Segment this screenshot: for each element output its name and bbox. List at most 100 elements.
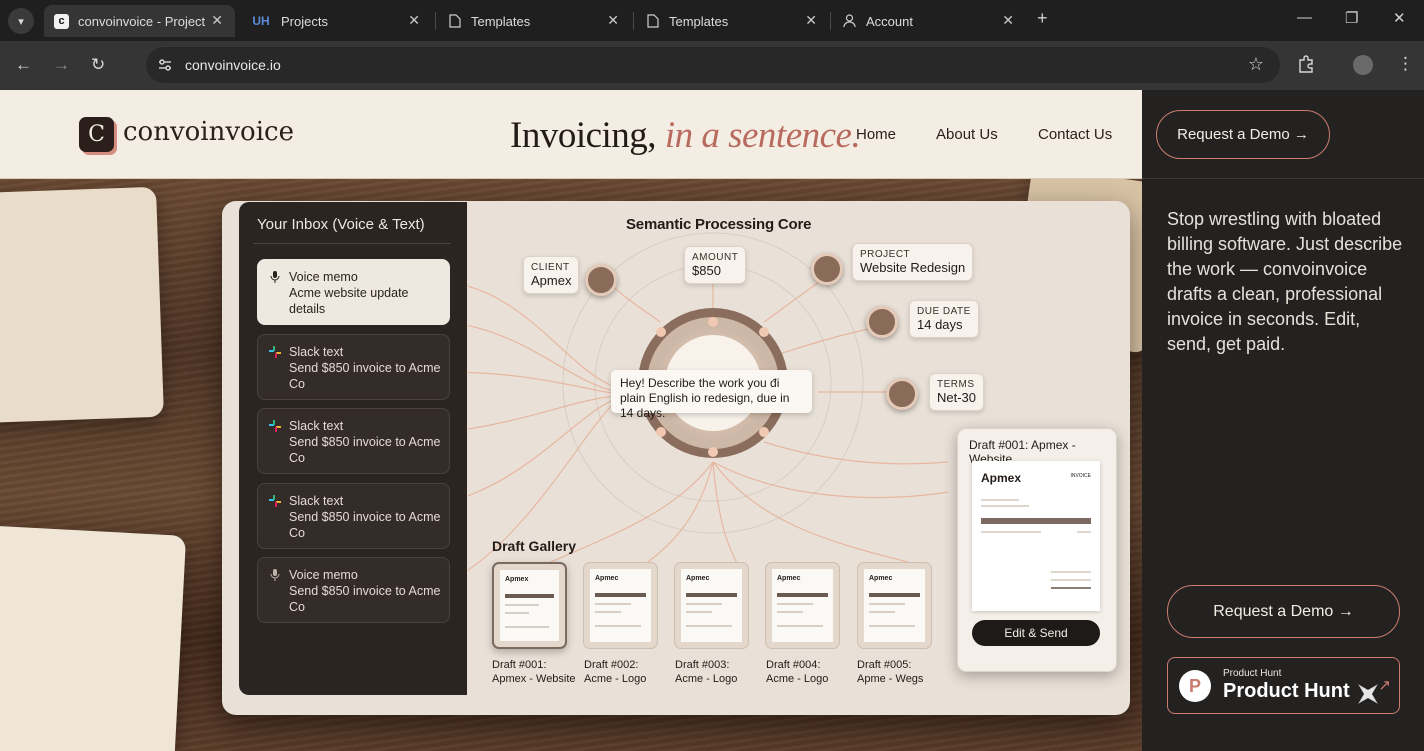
inbox-item-type: Slack text	[289, 345, 344, 359]
paper-stack-decoration	[0, 186, 164, 424]
draft-thumbnail[interactable]: Apmec	[857, 562, 932, 649]
request-demo-button-bottom[interactable]: Request a Demo →	[1167, 585, 1400, 638]
nav-about-us[interactable]: About Us	[936, 126, 998, 143]
address-bar[interactable]: convoinvoice.io ☆	[146, 47, 1280, 83]
calendar-node-icon	[866, 306, 898, 338]
field-value: Apmex	[531, 273, 572, 288]
draft-caption: Draft #001: Apmex - Website	[492, 658, 576, 686]
microphone-icon	[270, 271, 280, 283]
tab-projects[interactable]: UH Projects ✕	[240, 5, 432, 37]
nav-contact-us[interactable]: Contact Us	[1038, 126, 1112, 143]
draft-caption: Draft #004: Acme - Logo	[766, 658, 828, 686]
inbox-item[interactable]: Voice memo Send $850 invoice to Acme Co	[257, 557, 450, 623]
tab-templates-2[interactable]: Templates ✕	[635, 5, 829, 37]
person-icon	[842, 14, 857, 29]
brand-name[interactable]: convoinvoice	[123, 117, 294, 147]
slack-icon	[269, 420, 281, 432]
person-node-icon	[585, 264, 617, 296]
tab-separator	[830, 12, 831, 30]
close-tab-icon[interactable]: ✕	[211, 12, 223, 29]
profile-avatar[interactable]	[1353, 55, 1373, 75]
microphone-icon	[270, 569, 280, 581]
hero-section: C convoinvoice Invoicing, in a sentence.…	[0, 90, 1172, 751]
inbox-panel: Your Inbox (Voice & Text) Voice memo Acme…	[239, 202, 467, 695]
logo-mark[interactable]: C	[79, 117, 114, 152]
tab-separator	[435, 12, 436, 30]
extensions-puzzle-icon[interactable]	[1297, 55, 1315, 78]
document-icon	[645, 14, 660, 29]
tab-account[interactable]: Account ✕	[832, 5, 1026, 37]
external-link-icon: ↗	[1378, 677, 1391, 694]
tab-title: Projects	[281, 13, 328, 29]
invoice-brand: Apmex	[981, 471, 1022, 485]
nav-home[interactable]: Home	[856, 126, 896, 143]
inbox-item-text: Send $850 invoice to Acme Co	[289, 361, 441, 391]
draft-thumbnail[interactable]: Apmex	[492, 562, 567, 649]
inbox-item[interactable]: Slack text Send $850 invoice to Acme Co	[257, 408, 450, 474]
slack-icon	[269, 495, 281, 507]
forward-arrow-icon[interactable]: →	[53, 55, 70, 75]
close-tab-icon[interactable]: ✕	[408, 12, 420, 29]
close-tab-icon[interactable]: ✕	[805, 12, 817, 29]
inbox-item-type: Voice memo	[289, 568, 358, 582]
product-hunt-badge[interactable]: P Product Hunt Product Hunt ↗	[1167, 657, 1400, 714]
gallery-title: Draft Gallery	[492, 538, 577, 554]
core-title: Semantic Processing Core	[626, 216, 812, 233]
draft-name: Apme - Wegs	[857, 673, 924, 685]
field-value: Website Redesign	[860, 260, 966, 275]
tab-separator	[633, 12, 634, 30]
draft-name: Acme - Logo	[584, 673, 647, 685]
close-window-icon[interactable]: ✕	[1393, 9, 1406, 27]
reload-icon[interactable]: ↻	[91, 55, 105, 75]
new-tab-plus-icon[interactable]: +	[1037, 8, 1048, 29]
document-icon	[447, 14, 462, 29]
tagline: Invoicing, in a sentence.	[510, 114, 861, 157]
thumb-brand: Apmec	[595, 575, 619, 582]
folder-node-icon	[811, 253, 843, 285]
draft-name: Acme - Logo	[675, 673, 738, 685]
site-settings-icon[interactable]	[157, 57, 173, 78]
draft-thumbnail[interactable]: Apmec	[765, 562, 840, 649]
more-menu-icon[interactable]: ⋮	[1397, 54, 1414, 74]
c-logo-icon: c	[54, 13, 69, 29]
tab-templates[interactable]: Templates ✕	[437, 5, 631, 37]
draft-id: Draft #002:	[584, 659, 639, 671]
inbox-item[interactable]: Voice memo Acme website update details	[257, 259, 450, 325]
slack-icon	[269, 346, 281, 358]
draft-id: Draft #004:	[766, 659, 821, 671]
inbox-item[interactable]: Slack text Send $850 invoice to Acme Co	[257, 483, 450, 549]
field-key: TERMS	[937, 379, 975, 390]
due-date-field-chip: DUE DATE 14 days	[909, 300, 979, 338]
amount-field-chip: AMOUNT $850	[684, 246, 747, 284]
field-key: AMOUNT	[692, 252, 739, 263]
inbox-item-type: Voice memo	[289, 270, 358, 284]
close-tab-icon[interactable]: ✕	[607, 12, 619, 29]
product-description: Stop wrestling with bloated billing soft…	[1167, 209, 1403, 354]
edit-and-send-button[interactable]: Edit & Send	[972, 620, 1100, 646]
draft-id: Draft #001:	[492, 659, 547, 671]
tab-convoinvoice[interactable]: c convoinvoice - Project ✕	[44, 5, 235, 37]
inbox-item-text: Acme website update details	[289, 286, 409, 316]
back-arrow-icon[interactable]: ←	[15, 55, 32, 75]
draft-thumbnail[interactable]: Apmec	[583, 562, 658, 649]
invoice-label: INVOICE	[1070, 473, 1091, 479]
tab-search-button[interactable]: ▾	[8, 5, 34, 37]
bookmark-star-icon[interactable]: ☆	[1248, 54, 1264, 75]
tab-title: Templates	[669, 13, 729, 29]
request-demo-button-top[interactable]: Request a Demo →	[1156, 110, 1330, 159]
field-value: $850	[692, 263, 721, 278]
restore-icon[interactable]: ❐	[1345, 9, 1358, 27]
inbox-item-type: Slack text	[289, 494, 344, 508]
draft-caption: Draft #002: Acme - Logo	[584, 658, 646, 686]
inbox-item[interactable]: Slack text Send $850 invoice to Acme Co	[257, 334, 450, 400]
paper-stack-decoration	[0, 524, 187, 751]
prompt-bubble: Hey! Describe the work you đi plain Engl…	[611, 370, 812, 420]
draft-name: Apmex - Website	[492, 673, 576, 685]
minimize-icon[interactable]: —	[1297, 9, 1312, 26]
inbox-item-text: Send $850 invoice to Acme Co	[289, 510, 441, 540]
close-tab-icon[interactable]: ✕	[1002, 12, 1014, 29]
tab-title: Templates	[471, 13, 531, 29]
inbox-title: Your Inbox (Voice & Text)	[257, 216, 425, 233]
draft-thumbnail[interactable]: Apmec	[674, 562, 749, 649]
project-field-chip: PROJECT Website Redesign	[852, 243, 974, 281]
